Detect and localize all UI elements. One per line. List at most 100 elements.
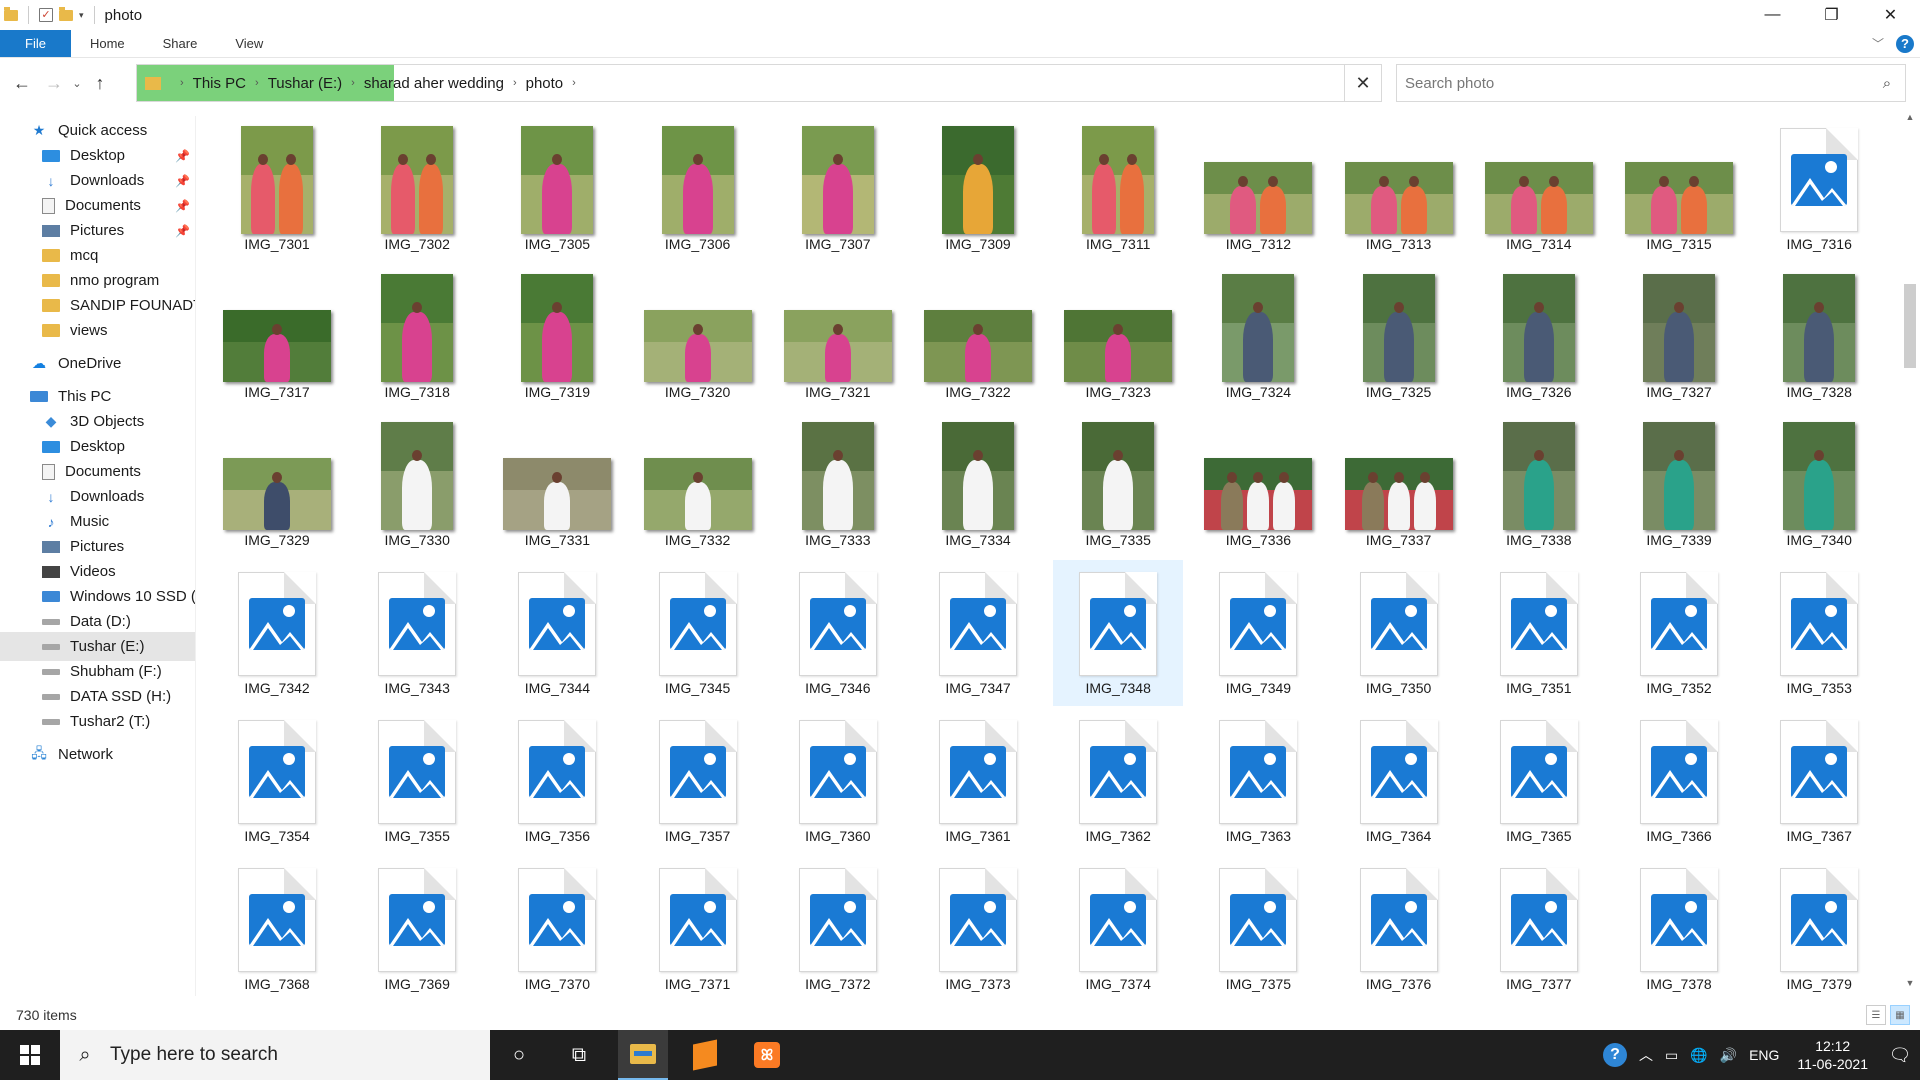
file-tile[interactable]: IMG_7314: [1474, 116, 1604, 262]
search-icon[interactable]: ⌕: [1869, 75, 1905, 92]
task-view-button[interactable]: ⧉: [554, 1030, 604, 1080]
volume-icon[interactable]: 🔊: [1714, 1047, 1743, 1064]
file-tile[interactable]: IMG_7368: [212, 856, 342, 996]
file-tile[interactable]: IMG_7326: [1474, 264, 1604, 410]
file-tile[interactable]: IMG_7315: [1614, 116, 1744, 262]
file-tile[interactable]: IMG_7337: [1334, 412, 1464, 558]
tab-file[interactable]: File: [0, 30, 71, 57]
sublime-text-taskbar-button[interactable]: [680, 1030, 730, 1080]
breadcrumb-this-pc[interactable]: This PC: [193, 75, 246, 92]
file-tile[interactable]: IMG_7377: [1474, 856, 1604, 996]
file-tile[interactable]: IMG_7331: [492, 412, 622, 558]
file-tile[interactable]: IMG_7356: [492, 708, 622, 854]
file-tile[interactable]: IMG_7301: [212, 116, 342, 262]
back-button[interactable]: ←: [8, 69, 36, 97]
help-icon[interactable]: ?: [1896, 34, 1914, 53]
scroll-up-icon[interactable]: ▲: [1900, 112, 1920, 128]
file-tile[interactable]: IMG_7339: [1614, 412, 1744, 558]
network-icon[interactable]: 🌐: [1684, 1047, 1713, 1064]
search-input[interactable]: [1405, 74, 1869, 92]
file-tile[interactable]: IMG_7347: [913, 560, 1043, 706]
scroll-down-icon[interactable]: ▼: [1900, 978, 1920, 994]
vertical-scrollbar[interactable]: ▲ ▼: [1900, 110, 1920, 996]
cortana-button[interactable]: ○: [494, 1030, 544, 1080]
battery-icon[interactable]: ▭: [1659, 1047, 1684, 1064]
file-tile[interactable]: IMG_7350: [1334, 560, 1464, 706]
file-tile[interactable]: IMG_7344: [492, 560, 622, 706]
file-tile[interactable]: IMG_7316: [1754, 116, 1884, 262]
notifications-icon[interactable]: 🗨: [1880, 1045, 1920, 1066]
file-tile[interactable]: IMG_7321: [773, 264, 903, 410]
nav-item-views[interactable]: views: [0, 316, 195, 345]
file-tile[interactable]: IMG_7340: [1754, 412, 1884, 558]
file-tile[interactable]: IMG_7355: [352, 708, 482, 854]
file-tile[interactable]: IMG_7318: [352, 264, 482, 410]
file-tile[interactable]: IMG_7343: [352, 560, 482, 706]
customize-toolbar-icon[interactable]: ▾: [79, 10, 84, 21]
file-tile[interactable]: IMG_7307: [773, 116, 903, 262]
up-button[interactable]: ↑: [86, 69, 114, 97]
file-tile[interactable]: IMG_7334: [913, 412, 1043, 558]
file-tile[interactable]: IMG_7305: [492, 116, 622, 262]
breadcrumb-separator[interactable]: ›: [351, 77, 355, 89]
maximize-button[interactable]: ❐: [1802, 0, 1861, 30]
file-tile[interactable]: IMG_7320: [633, 264, 763, 410]
file-tile[interactable]: IMG_7373: [913, 856, 1043, 996]
nav-item-network[interactable]: 🖧 Network: [0, 740, 195, 769]
file-tile[interactable]: IMG_7324: [1193, 264, 1323, 410]
breadcrumb-drive[interactable]: Tushar (E:): [268, 75, 342, 92]
breadcrumb-separator[interactable]: ›: [180, 77, 184, 89]
file-tile[interactable]: IMG_7319: [492, 264, 622, 410]
nav-item-onedrive[interactable]: ☁ OneDrive: [0, 349, 195, 378]
show-hidden-icons-button[interactable]: ︿: [1633, 1045, 1659, 1065]
file-tile[interactable]: IMG_7302: [352, 116, 482, 262]
recent-locations-button[interactable]: ⌄: [68, 69, 86, 97]
file-tile[interactable]: IMG_7327: [1614, 264, 1744, 410]
file-tile[interactable]: IMG_7306: [633, 116, 763, 262]
file-tile[interactable]: IMG_7360: [773, 708, 903, 854]
file-tile[interactable]: IMG_7372: [773, 856, 903, 996]
file-tile[interactable]: IMG_7346: [773, 560, 903, 706]
file-tile[interactable]: IMG_7363: [1193, 708, 1323, 854]
file-tile[interactable]: IMG_7328: [1754, 264, 1884, 410]
file-tile[interactable]: IMG_7376: [1334, 856, 1464, 996]
file-tile[interactable]: IMG_7330: [352, 412, 482, 558]
file-tile[interactable]: IMG_7335: [1053, 412, 1183, 558]
breadcrumb-current[interactable]: photo: [526, 75, 564, 92]
file-tile[interactable]: IMG_7349: [1193, 560, 1323, 706]
expand-ribbon-icon[interactable]: ﹀: [1872, 35, 1884, 52]
file-tile[interactable]: IMG_7336: [1193, 412, 1323, 558]
file-tile[interactable]: IMG_7322: [913, 264, 1043, 410]
file-tile[interactable]: IMG_7333: [773, 412, 903, 558]
file-tile[interactable]: IMG_7332: [633, 412, 763, 558]
file-tile[interactable]: IMG_7366: [1614, 708, 1744, 854]
file-tile[interactable]: IMG_7342: [212, 560, 342, 706]
file-tile[interactable]: IMG_7352: [1614, 560, 1744, 706]
file-tile[interactable]: IMG_7354: [212, 708, 342, 854]
file-tile[interactable]: IMG_7362: [1053, 708, 1183, 854]
properties-icon[interactable]: ✓: [39, 8, 53, 22]
file-tile[interactable]: IMG_7365: [1474, 708, 1604, 854]
help-tray-button[interactable]: ?: [1597, 1043, 1633, 1067]
file-tile[interactable]: IMG_7375: [1193, 856, 1323, 996]
tab-view[interactable]: View: [216, 30, 282, 57]
file-tile[interactable]: IMG_7317: [212, 264, 342, 410]
file-tile[interactable]: IMG_7370: [492, 856, 622, 996]
file-tile[interactable]: IMG_7367: [1754, 708, 1884, 854]
scrollbar-thumb[interactable]: [1904, 284, 1916, 368]
breadcrumb-folder[interactable]: sharad aher wedding: [364, 75, 504, 92]
file-tile[interactable]: IMG_7313: [1334, 116, 1464, 262]
file-tile[interactable]: IMG_7312: [1193, 116, 1323, 262]
tab-home[interactable]: Home: [71, 30, 144, 57]
tab-share[interactable]: Share: [144, 30, 217, 57]
start-button[interactable]: [0, 1030, 60, 1080]
breadcrumb-separator[interactable]: ›: [572, 77, 576, 89]
file-tile[interactable]: IMG_7379: [1754, 856, 1884, 996]
file-tile[interactable]: IMG_7351: [1474, 560, 1604, 706]
breadcrumb-separator[interactable]: ›: [513, 77, 517, 89]
file-tile[interactable]: IMG_7353: [1754, 560, 1884, 706]
new-folder-icon[interactable]: [59, 6, 73, 21]
file-tile[interactable]: IMG_7374: [1053, 856, 1183, 996]
file-tile[interactable]: IMG_7371: [633, 856, 763, 996]
taskbar-search[interactable]: ⌕ Type here to search: [60, 1030, 490, 1080]
